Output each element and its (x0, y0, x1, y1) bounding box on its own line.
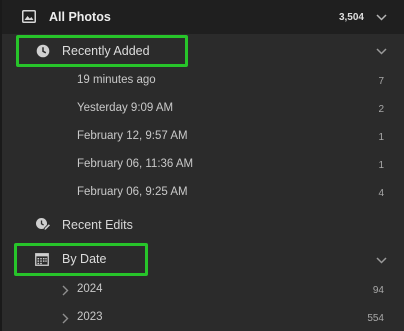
list-item-count: 7 (378, 76, 384, 87)
list-item-count: 2 (378, 104, 384, 115)
year-count: 94 (372, 285, 384, 296)
list-item-label: February 06, 11:36 AM (77, 158, 194, 170)
list-item[interactable]: February 06, 11:36 AM 1 (2, 151, 404, 179)
clock-icon (36, 44, 50, 58)
recent-edits-icon (35, 217, 51, 233)
recent-edits-row[interactable]: Recent Edits (2, 210, 404, 240)
recently-added-label: Recently Added (62, 44, 150, 58)
list-item[interactable]: February 06, 9:25 AM 4 (2, 179, 404, 207)
list-item[interactable]: 19 minutes ago 7 (2, 67, 404, 95)
recently-added-row[interactable]: Recently Added (2, 34, 404, 68)
by-date-row[interactable]: By Date (2, 243, 404, 277)
chevron-down-icon[interactable] (374, 253, 388, 267)
recent-edits-label: Recent Edits (62, 218, 133, 232)
list-item-count: 1 (378, 132, 384, 143)
chevron-right-icon[interactable] (60, 312, 70, 324)
all-photos-title: All Photos (49, 10, 111, 24)
year-count: 554 (367, 313, 384, 324)
list-item-count: 1 (378, 160, 384, 171)
year-row[interactable]: 2024 94 (2, 276, 404, 304)
chevron-down-icon[interactable] (374, 10, 388, 24)
year-row[interactable]: 2023 554 (2, 304, 404, 331)
list-item-label: 19 minutes ago (77, 74, 156, 86)
year-label: 2023 (77, 311, 103, 323)
all-photos-row[interactable]: All Photos 3,504 (2, 0, 404, 34)
year-label: 2024 (77, 283, 103, 295)
calendar-icon (35, 252, 49, 266)
list-item[interactable]: Yesterday 9:09 AM 2 (2, 95, 404, 123)
list-item-label: February 12, 9:57 AM (77, 130, 188, 142)
photo-library-sidebar: All Photos 3,504 Recently Added 19 minut… (0, 0, 404, 331)
list-item-label: February 06, 9:25 AM (77, 186, 188, 198)
list-item[interactable]: February 12, 9:57 AM 1 (2, 123, 404, 151)
chevron-down-icon[interactable] (374, 44, 388, 58)
chevron-right-icon[interactable] (60, 284, 70, 296)
list-item-count: 4 (378, 188, 384, 199)
all-photos-count: 3,504 (338, 12, 364, 23)
by-date-label: By Date (62, 252, 107, 266)
photo-icon (22, 10, 36, 23)
list-item-label: Yesterday 9:09 AM (77, 102, 174, 114)
